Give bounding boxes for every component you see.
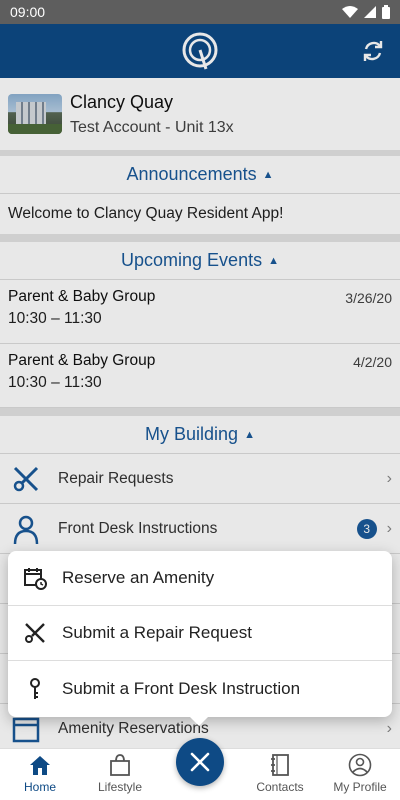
tab-my-profile[interactable]: My Profile (320, 749, 400, 800)
key-icon (22, 676, 48, 702)
option-label: Reserve an Amenity (62, 568, 215, 587)
tab-label: My Profile (333, 780, 387, 794)
profile-icon (347, 752, 373, 778)
status-time: 09:00 (10, 4, 46, 20)
bag-icon (107, 752, 133, 778)
submit-repair-option[interactable]: Submit a Repair Request (8, 606, 392, 661)
close-menu-button[interactable] (176, 738, 224, 786)
option-label: Submit a Repair Request (62, 623, 252, 642)
status-icons (342, 5, 390, 19)
home-icon (27, 752, 53, 778)
tab-lifestyle[interactable]: Lifestyle (80, 749, 160, 800)
calendar-clock-icon (22, 565, 48, 591)
tab-label: Home (23, 780, 56, 794)
tools-icon (22, 620, 48, 646)
tab-label: Lifestyle (97, 780, 143, 794)
close-icon (190, 752, 210, 772)
tab-home[interactable]: Home (0, 749, 80, 800)
reserve-amenity-option[interactable]: Reserve an Amenity (8, 551, 392, 606)
signal-icon (364, 6, 376, 18)
wifi-icon (342, 6, 358, 18)
contacts-icon (267, 752, 293, 778)
status-bar: 09:00 (0, 0, 400, 24)
option-label: Submit a Front Desk Instruction (62, 678, 301, 698)
submit-front-desk-option[interactable]: Submit a Front Desk Instruction (8, 661, 392, 716)
battery-icon (382, 5, 390, 19)
quick-action-menu: Reserve an Amenity Submit a Repair Reque… (8, 551, 392, 726)
tab-label: Contacts (256, 780, 304, 794)
tab-contacts[interactable]: Contacts (240, 749, 320, 800)
